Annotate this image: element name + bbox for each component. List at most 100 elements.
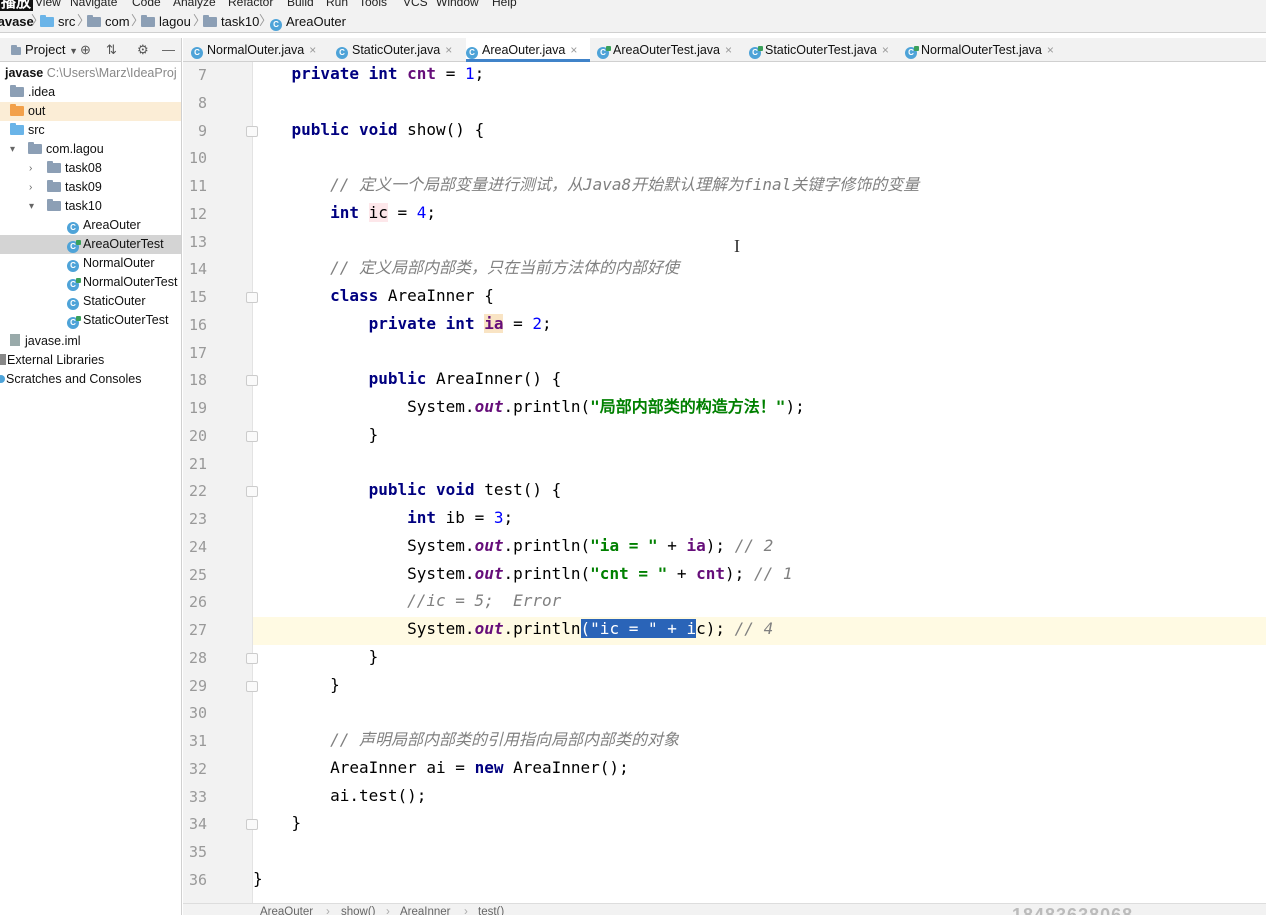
tree-item-areaouter[interactable]: C AreaOuter (0, 216, 181, 235)
collapse-all-icon[interactable]: ⇅ (106, 42, 117, 58)
close-icon[interactable]: × (882, 43, 889, 57)
chevron-down-icon[interactable]: ▾ (10, 140, 15, 159)
navigation-bar: javase 〉 src 〉 com 〉 lagou 〉 task10 〉 CA… (0, 11, 1266, 33)
tab-staticoutertest[interactable]: C StaticOuterTest.java × (749, 38, 899, 62)
code-line[interactable]: public void show() { (253, 118, 1266, 146)
tree-item-normalouter[interactable]: C NormalOuter (0, 254, 181, 273)
menu-refactor[interactable]: Refactor (228, 0, 273, 9)
close-icon[interactable]: × (570, 43, 577, 57)
folder-icon (87, 15, 101, 27)
tree-item-scratches[interactable]: Scratches and Consoles (0, 370, 181, 389)
tree-item-javase[interactable]: javase C:\Users\Marz\IdeaProj (0, 64, 181, 83)
tree-item-staticoutertest[interactable]: C StaticOuterTest (0, 311, 181, 330)
menu-build[interactable]: Build (287, 0, 314, 9)
tab-normalouter[interactable]: C NormalOuter.java × (191, 38, 329, 62)
menu-vcs[interactable]: VCS (403, 0, 428, 9)
menu-window[interactable]: Window (436, 0, 479, 9)
tree-item-areaoutertest[interactable]: C AreaOuterTest (0, 235, 181, 254)
tree-item-staticouter[interactable]: C StaticOuter (0, 292, 181, 311)
code-line[interactable] (253, 145, 1266, 173)
menu-run[interactable]: Run (326, 0, 348, 9)
code-line[interactable]: // 定义一个局部变量进行测试，从Java8开始默认理解为final关键字修饰的… (253, 173, 1266, 201)
code-text: System.out.println("cnt = " + cnt); // 1 (253, 563, 793, 583)
tree-item-idea[interactable]: .idea (0, 83, 181, 102)
close-icon[interactable]: × (309, 43, 316, 57)
tree-item-src[interactable]: src (0, 121, 181, 140)
close-icon[interactable]: × (445, 43, 452, 57)
tree-item-label: .idea (28, 85, 56, 99)
code-line[interactable]: // 定义局部内部类，只在当前方法体的内部好使 (253, 256, 1266, 284)
code-editor[interactable]: 7 8 9 10 11 12 13 14 15 16 17 18 19 20 21 22 23 24 25 26 27 2… (183, 62, 1266, 904)
code-line[interactable]: } (253, 811, 1266, 839)
code-line[interactable]: int ic = 4; (253, 201, 1266, 229)
code-line[interactable]: ai.test(); (253, 784, 1266, 812)
breadcrumb-project[interactable]: javase (0, 14, 34, 30)
chevron-right-icon[interactable]: › (29, 178, 32, 197)
tab-normaloutertest[interactable]: C NormalOuterTest.java × (905, 38, 1095, 62)
code-line[interactable] (253, 90, 1266, 118)
code-line[interactable]: class AreaInner { (253, 284, 1266, 312)
tree-item-task09[interactable]: › task09 (0, 178, 181, 197)
close-icon[interactable]: × (1047, 43, 1054, 57)
code-line[interactable]: System.out.println("cnt = " + cnt); // 1 (253, 562, 1266, 590)
crumb-inner-class[interactable]: AreaInner (400, 905, 451, 915)
line-number: 18 (188, 371, 207, 390)
breadcrumb-task10[interactable]: task10 (203, 14, 259, 30)
crumb-method[interactable]: show() (341, 905, 376, 915)
menu-code[interactable]: Code (132, 0, 161, 9)
tree-item-com-lagou[interactable]: ▾ com.lagou (0, 140, 181, 159)
class-icon: C (466, 47, 478, 59)
menu-navigate[interactable]: Navigate (70, 0, 117, 9)
code-line[interactable]: System.out.println("ia = " + ia); // 2 (253, 534, 1266, 562)
code-line[interactable] (253, 229, 1266, 257)
hide-icon[interactable]: — (162, 42, 175, 58)
code-line[interactable] (253, 700, 1266, 728)
code-line[interactable] (253, 340, 1266, 368)
locate-icon[interactable]: ⊕ (80, 42, 91, 58)
code-line[interactable]: private int ia = 2; (253, 312, 1266, 340)
project-title: Project (25, 42, 66, 57)
folder-icon (40, 15, 54, 27)
project-view-selector[interactable]: Project ▼ (11, 42, 78, 59)
menu-tools[interactable]: Tools (359, 0, 387, 9)
tree-item-label: AreaOuter (83, 218, 141, 232)
gear-icon[interactable]: ⚙ (137, 42, 149, 58)
code-line[interactable]: } (253, 867, 1266, 895)
close-icon[interactable]: × (725, 43, 732, 57)
crumb-inner-method[interactable]: test() (478, 905, 504, 915)
menu-analyze[interactable]: Analyze (173, 0, 216, 9)
code-line[interactable] (253, 451, 1266, 479)
tab-areaoutertest[interactable]: C AreaOuterTest.java × (597, 38, 743, 62)
code-line[interactable]: private int cnt = 1; (253, 62, 1266, 90)
tree-item-task10[interactable]: ▾ task10 (0, 197, 181, 216)
breadcrumb-src[interactable]: src (40, 14, 75, 30)
chevron-right-icon[interactable]: › (29, 159, 32, 178)
code-line[interactable]: System.out.println("ic = " + ic); // 4 (253, 617, 1266, 645)
breadcrumb-areaouter[interactable]: C AreaOuter (270, 14, 346, 31)
breadcrumb-task10-label: task10 (221, 14, 260, 29)
tree-item-task08[interactable]: › task08 (0, 159, 181, 178)
breadcrumb-com[interactable]: com (87, 14, 130, 30)
breadcrumb-lagou[interactable]: lagou (141, 14, 191, 30)
code-line[interactable]: } (253, 673, 1266, 701)
crumb-class[interactable]: AreaOuter (260, 905, 313, 915)
tree-item-out[interactable]: out (0, 102, 181, 121)
code-line[interactable]: } (253, 423, 1266, 451)
tree-item-normaloutertest[interactable]: C NormalOuterTest (0, 273, 181, 292)
code-line[interactable]: //ic = 5; Error (253, 589, 1266, 617)
code-line[interactable] (253, 839, 1266, 867)
code-line[interactable]: AreaInner ai = new AreaInner(); (253, 756, 1266, 784)
tab-areaouter[interactable]: C AreaOuter.java × (466, 38, 590, 62)
code-line[interactable]: System.out.println("局部内部类的构造方法！"); (253, 395, 1266, 423)
chevron-down-icon[interactable]: ▾ (29, 197, 34, 216)
code-line[interactable]: // 声明局部内部类的引用指向局部内部类的对象 (253, 728, 1266, 756)
code-line[interactable]: int ib = 3; (253, 506, 1266, 534)
code-line[interactable]: public AreaInner() { (253, 367, 1266, 395)
code-line[interactable]: } (253, 645, 1266, 673)
code-line[interactable]: public void test() { (253, 478, 1266, 506)
tree-item-external-libraries[interactable]: External Libraries (0, 351, 181, 370)
tree-item-javase-iml[interactable]: javase.iml (0, 332, 181, 351)
menu-help[interactable]: Help (492, 0, 517, 9)
menu-view[interactable]: View (35, 0, 61, 9)
tab-staticouter[interactable]: C StaticOuter.java × (336, 38, 460, 62)
